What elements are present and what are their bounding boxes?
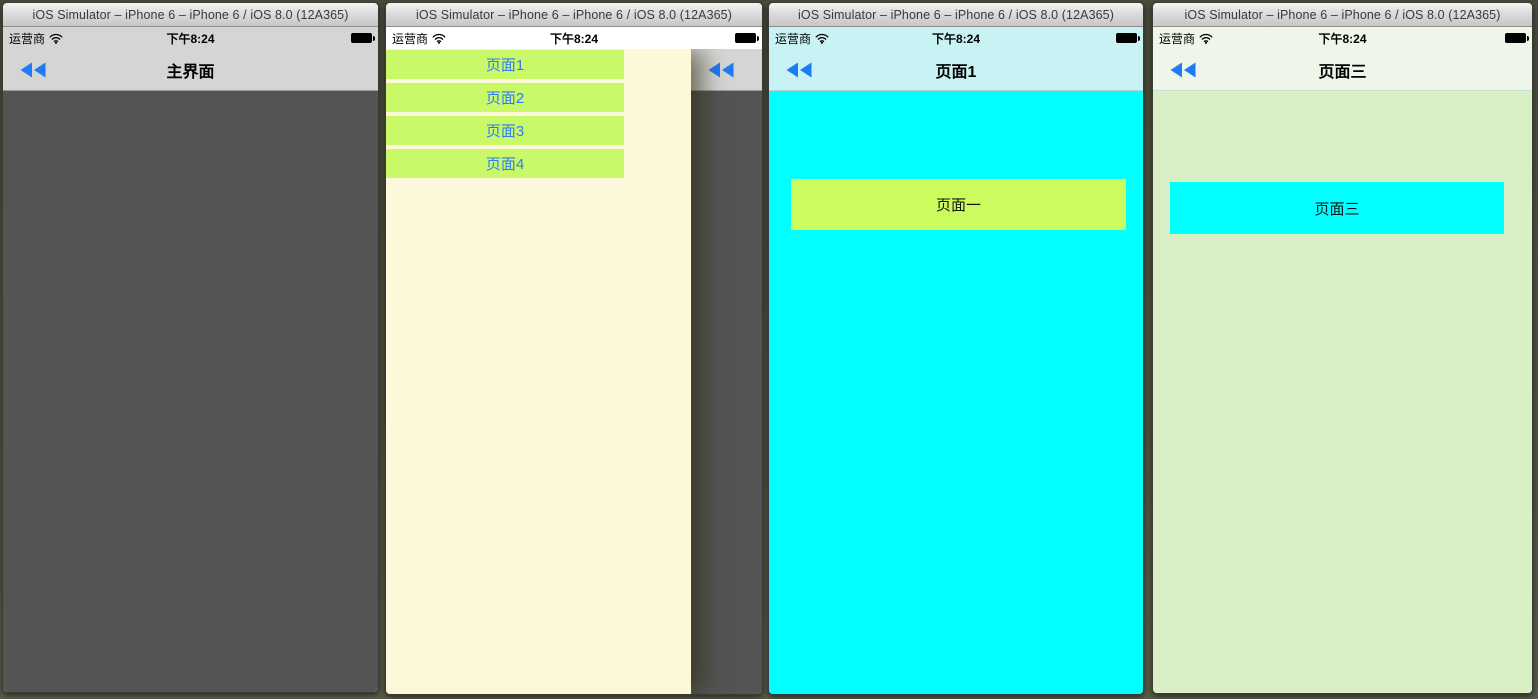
window-title: iOS Simulator – iPhone 6 – iPhone 6 / iO… bbox=[1184, 7, 1501, 22]
page3-body: 页面三 bbox=[1153, 91, 1532, 693]
carrier-label: 运营商 bbox=[9, 31, 46, 46]
battery-icon bbox=[351, 33, 375, 43]
menu-button-page1[interactable]: 页面1 bbox=[386, 50, 624, 79]
page3-button-label: 页面三 bbox=[1314, 200, 1360, 218]
page1-button[interactable]: 页面一 bbox=[791, 179, 1126, 230]
battery-group bbox=[351, 33, 375, 43]
nav-bar-main: 主界面 bbox=[3, 49, 378, 91]
status-bar: 下午8:24 运营商 bbox=[3, 27, 378, 49]
back-button[interactable] bbox=[1170, 62, 1196, 78]
window-title: iOS Simulator – iPhone 6 – iPhone 6 / iO… bbox=[798, 7, 1114, 22]
simulator-window-page1: iOS Simulator – iPhone 6 – iPhone 6 / iO… bbox=[768, 2, 1144, 695]
nav-title-page1: 页面1 bbox=[935, 63, 977, 81]
nav-bar-page1: 页面1 bbox=[769, 49, 1143, 91]
menu-button-label: 页面3 bbox=[485, 123, 525, 140]
carrier-group: 运营商 bbox=[1159, 30, 1213, 47]
window-title-bar[interactable]: iOS Simulator – iPhone 6 – iPhone 6 / iO… bbox=[1153, 3, 1532, 27]
wifi-icon bbox=[815, 33, 829, 44]
status-bar: 下午8:24 运营商 bbox=[1153, 27, 1532, 49]
window-title-bar[interactable]: iOS Simulator – iPhone 6 – iPhone 6 / iO… bbox=[769, 3, 1143, 27]
simulator-window-page3: iOS Simulator – iPhone 6 – iPhone 6 / iO… bbox=[1152, 2, 1533, 694]
nav-bar-page3: 页面三 bbox=[1153, 49, 1532, 91]
window-title-bar[interactable]: iOS Simulator – iPhone 6 – iPhone 6 / iO… bbox=[3, 3, 378, 27]
wifi-icon bbox=[432, 33, 446, 44]
nav-title-page3: 页面三 bbox=[1318, 63, 1367, 81]
carrier-label: 运营商 bbox=[775, 31, 812, 46]
battery-group bbox=[1116, 33, 1140, 43]
menu-button-page2[interactable]: 页面2 bbox=[386, 83, 624, 112]
page3-button[interactable]: 页面三 bbox=[1170, 182, 1504, 234]
carrier-group: 运营商 bbox=[392, 30, 446, 47]
drawer-screen: 页面1 页面2 页面3 页面4 bbox=[386, 49, 762, 694]
carrier-group: 运营商 bbox=[9, 30, 63, 47]
desktop-background: iOS Simulator – iPhone 6 – iPhone 6 / iO… bbox=[0, 0, 1538, 699]
menu-button-page3[interactable]: 页面3 bbox=[386, 116, 624, 145]
wifi-icon bbox=[49, 33, 63, 44]
page1-body: 页面一 bbox=[769, 91, 1143, 694]
carrier-label: 运营商 bbox=[1159, 31, 1196, 46]
back-button[interactable] bbox=[20, 62, 46, 78]
window-title-bar[interactable]: iOS Simulator – iPhone 6 – iPhone 6 / iO… bbox=[386, 3, 762, 27]
battery-icon bbox=[1505, 33, 1529, 43]
revealed-nav-bar bbox=[691, 49, 762, 91]
nav-title-main: 主界面 bbox=[166, 63, 215, 81]
battery-group bbox=[1505, 33, 1529, 43]
back-button[interactable] bbox=[708, 62, 734, 78]
battery-icon bbox=[735, 33, 759, 43]
carrier-label: 运营商 bbox=[392, 31, 429, 46]
main-screen-body bbox=[3, 91, 378, 692]
simulator-window-drawer: iOS Simulator – iPhone 6 – iPhone 6 / iO… bbox=[385, 2, 763, 695]
status-bar: 下午8:24 运营商 bbox=[386, 27, 762, 49]
menu-button-page4[interactable]: 页面4 bbox=[386, 149, 624, 178]
carrier-group: 运营商 bbox=[775, 30, 829, 47]
menu-button-label: 页面4 bbox=[485, 156, 525, 173]
page1-button-label: 页面一 bbox=[935, 197, 981, 214]
back-button[interactable] bbox=[786, 62, 812, 78]
window-title: iOS Simulator – iPhone 6 – iPhone 6 / iO… bbox=[416, 7, 732, 22]
battery-icon bbox=[1116, 33, 1140, 43]
menu-button-label: 页面2 bbox=[485, 90, 525, 107]
status-bar: 下午8:24 运营商 bbox=[769, 27, 1143, 49]
drawer-menu: 页面1 页面2 页面3 页面4 bbox=[386, 49, 691, 694]
simulator-window-main: iOS Simulator – iPhone 6 – iPhone 6 / iO… bbox=[2, 2, 379, 693]
battery-group bbox=[735, 33, 759, 43]
menu-button-label: 页面1 bbox=[485, 57, 525, 74]
wifi-icon bbox=[1199, 33, 1213, 44]
window-title: iOS Simulator – iPhone 6 – iPhone 6 / iO… bbox=[32, 7, 349, 22]
